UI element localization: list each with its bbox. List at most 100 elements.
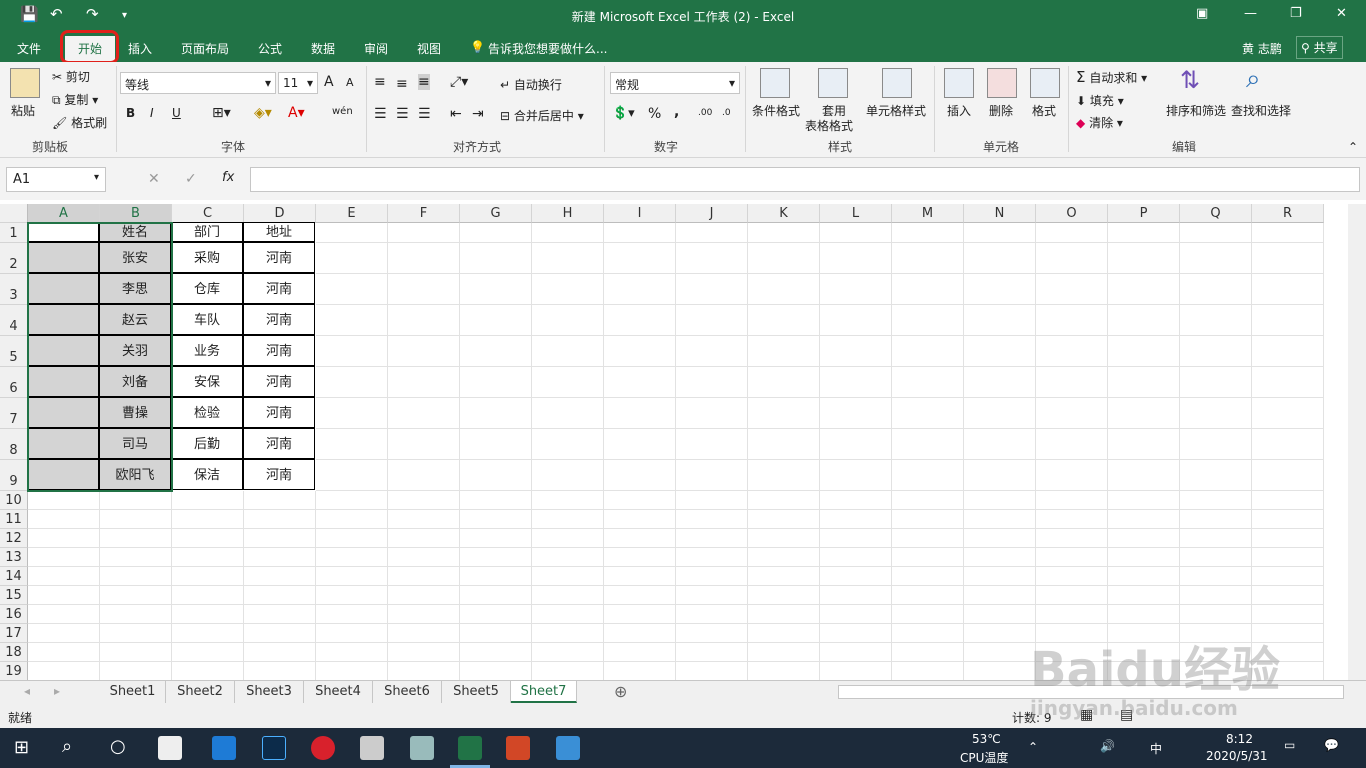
cell[interactable]: 采购 [171,242,243,273]
cell[interactable] [1036,460,1108,491]
cell[interactable] [316,398,388,429]
cell[interactable] [316,460,388,491]
cell[interactable]: 河南 [243,397,315,428]
cell[interactable] [892,367,964,398]
cell[interactable] [1036,586,1108,605]
cell[interactable] [604,243,676,274]
cell[interactable] [244,586,316,605]
ribbon-display-icon[interactable]: ▣ [1196,6,1208,21]
cell[interactable] [748,223,820,243]
tell-me-input[interactable]: 告诉我您想要做什么... [488,40,607,57]
format-cells-button[interactable]: 格式 [1032,102,1056,119]
cell[interactable] [27,242,99,273]
tab-file[interactable]: 文件 [17,40,41,57]
cell[interactable] [1108,243,1180,274]
sheet-tab[interactable]: Sheet7 [511,681,577,703]
sheet-tab[interactable]: Sheet5 [442,681,511,703]
clock-date[interactable]: 2020/5/31 [1206,749,1268,763]
cell[interactable] [1180,605,1252,624]
cell[interactable] [316,510,388,529]
paste-icon[interactable] [10,68,40,98]
cell[interactable] [100,510,172,529]
search-icon[interactable]: ⌕ [62,736,72,757]
cell[interactable] [316,491,388,510]
column-header[interactable]: L [820,204,892,223]
cell[interactable] [604,398,676,429]
cell[interactable] [28,586,100,605]
cell[interactable] [388,243,460,274]
cell[interactable] [172,529,244,548]
vertical-scrollbar[interactable] [1348,204,1366,680]
cell[interactable] [532,662,604,680]
cell[interactable] [1036,398,1108,429]
font-size-select[interactable]: 11 ▾ [278,72,318,94]
insert-cells-icon[interactable] [944,68,974,98]
column-header[interactable]: N [964,204,1036,223]
cell[interactable] [676,491,748,510]
format-cells-icon[interactable] [1030,68,1060,98]
cell[interactable] [892,398,964,429]
cell[interactable] [27,366,99,397]
column-header[interactable]: G [460,204,532,223]
cell[interactable] [316,243,388,274]
column-header[interactable]: O [1036,204,1108,223]
cell[interactable] [244,605,316,624]
cell[interactable]: 河南 [243,273,315,304]
cell[interactable] [532,567,604,586]
cell[interactable] [1252,223,1324,243]
cell[interactable] [172,548,244,567]
column-header[interactable]: J [676,204,748,223]
cell[interactable] [1108,305,1180,336]
cell[interactable] [100,529,172,548]
fill-color-icon[interactable]: ◈▾ [254,105,272,121]
cell[interactable]: 司马 [99,428,171,459]
cell[interactable] [244,624,316,643]
cell[interactable] [388,429,460,460]
cell[interactable]: 关羽 [99,335,171,366]
cell[interactable] [964,586,1036,605]
row-header[interactable]: 19 [0,662,28,680]
cell[interactable] [820,624,892,643]
cell[interactable]: 业务 [171,335,243,366]
cell[interactable] [604,510,676,529]
cell[interactable] [964,336,1036,367]
cell[interactable] [1252,491,1324,510]
cell[interactable]: 刘备 [99,366,171,397]
cell[interactable] [1252,548,1324,567]
autosum-button[interactable]: Σ 自动求和 ▾ [1076,68,1147,86]
cell[interactable] [1252,586,1324,605]
cell[interactable] [964,624,1036,643]
cell[interactable] [676,548,748,567]
column-header[interactable]: M [892,204,964,223]
cell[interactable] [604,624,676,643]
cancel-icon[interactable]: ✕ [148,171,160,187]
cell[interactable] [964,643,1036,662]
cell[interactable] [748,586,820,605]
cell[interactable] [460,460,532,491]
cell[interactable] [892,548,964,567]
cell[interactable] [1036,223,1108,243]
paste-button[interactable]: 粘贴 [11,102,35,119]
cell[interactable] [1108,460,1180,491]
cell[interactable] [676,429,748,460]
row-header[interactable]: 18 [0,643,28,662]
cell[interactable] [1180,586,1252,605]
music-app-icon[interactable] [311,736,335,760]
cell[interactable] [532,460,604,491]
name-box[interactable]: A1 ▾ [6,167,106,192]
cell[interactable] [532,274,604,305]
cell[interactable] [1108,529,1180,548]
cell[interactable] [964,223,1036,243]
underline-button[interactable]: U [172,106,181,120]
edge-icon[interactable] [212,736,236,760]
sheet-tab[interactable]: Sheet6 [373,681,442,703]
cell[interactable] [1036,274,1108,305]
restore-button[interactable]: ❐ [1290,6,1302,21]
conditional-format-button[interactable]: 条件格式 [752,102,800,119]
cell[interactable] [1108,548,1180,567]
cell[interactable] [460,643,532,662]
cell[interactable] [820,643,892,662]
sheet-tab[interactable]: Sheet2 [166,681,235,703]
minimize-button[interactable]: — [1244,6,1257,21]
cell[interactable] [820,305,892,336]
